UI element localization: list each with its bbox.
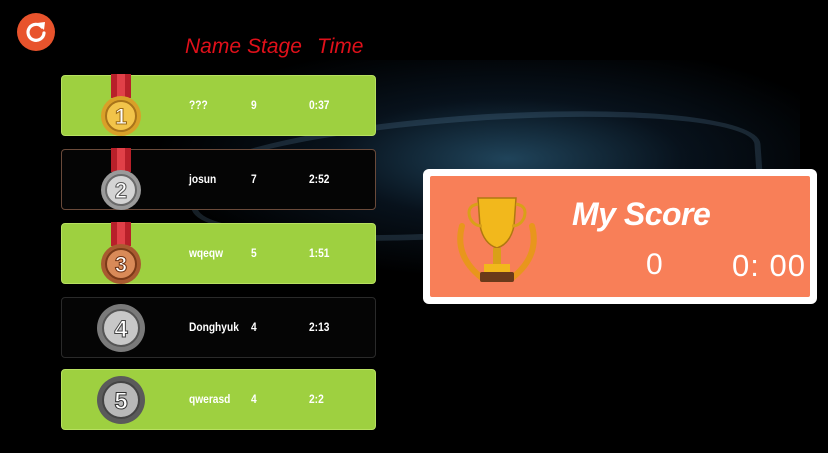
svg-text:2: 2 bbox=[115, 178, 127, 203]
player-time: 0:37 bbox=[309, 98, 330, 112]
refresh-icon bbox=[26, 22, 46, 42]
player-stage: 5 bbox=[251, 246, 257, 260]
svg-text:1: 1 bbox=[115, 104, 127, 129]
my-score-panel: My Score 0 0: 00 bbox=[430, 176, 810, 297]
svg-text:4: 4 bbox=[114, 316, 128, 343]
player-stage: 9 bbox=[251, 98, 257, 112]
svg-text:5: 5 bbox=[114, 388, 127, 415]
silver-wreath-icon: 5 bbox=[97, 376, 145, 424]
player-name: wqeqw bbox=[189, 246, 224, 260]
player-time: 2:2 bbox=[309, 392, 324, 406]
header-time: Time bbox=[317, 35, 364, 58]
my-score-title: My Score bbox=[572, 196, 711, 232]
leaderboard-row: 5 qwerasd 4 2:2 bbox=[61, 369, 376, 430]
leaderboard-row: 4 Donghyuk 4 2:13 bbox=[61, 297, 376, 358]
player-name: ??? bbox=[189, 98, 208, 112]
my-score-stage: 0 bbox=[646, 248, 663, 281]
header-stage: Stage bbox=[247, 35, 302, 58]
player-name: qwerasd bbox=[189, 392, 231, 406]
leaderboard-row: 3 wqeqw 5 1:51 bbox=[61, 222, 376, 284]
player-name: Donghyuk bbox=[189, 320, 239, 334]
my-score-time: 0: 00 bbox=[732, 248, 806, 283]
silver-medal-icon: 2 bbox=[101, 148, 141, 210]
player-stage: 4 bbox=[251, 320, 257, 334]
leaderboard-row: 2 josun 7 2:52 bbox=[61, 148, 376, 210]
gold-medal-icon: 1 bbox=[101, 74, 141, 136]
refresh-button[interactable] bbox=[17, 13, 55, 51]
bronze-medal-icon: 3 bbox=[101, 222, 141, 284]
player-time: 2:13 bbox=[309, 320, 330, 334]
player-time: 2:52 bbox=[309, 172, 330, 186]
header-name: Name bbox=[185, 35, 242, 58]
leaderboard-row: 1 ??? 9 0:37 bbox=[61, 74, 376, 136]
svg-text:3: 3 bbox=[115, 252, 127, 277]
my-score-card: My Score 0 0: 00 bbox=[423, 169, 817, 304]
player-stage: 4 bbox=[251, 392, 257, 406]
player-name: josun bbox=[189, 172, 217, 186]
leaderboard-header: Name Stage Time bbox=[185, 35, 363, 59]
player-stage: 7 bbox=[251, 172, 257, 186]
silver-wreath-icon: 4 bbox=[97, 304, 145, 352]
player-time: 1:51 bbox=[309, 246, 330, 260]
trophy-icon bbox=[457, 197, 537, 282]
